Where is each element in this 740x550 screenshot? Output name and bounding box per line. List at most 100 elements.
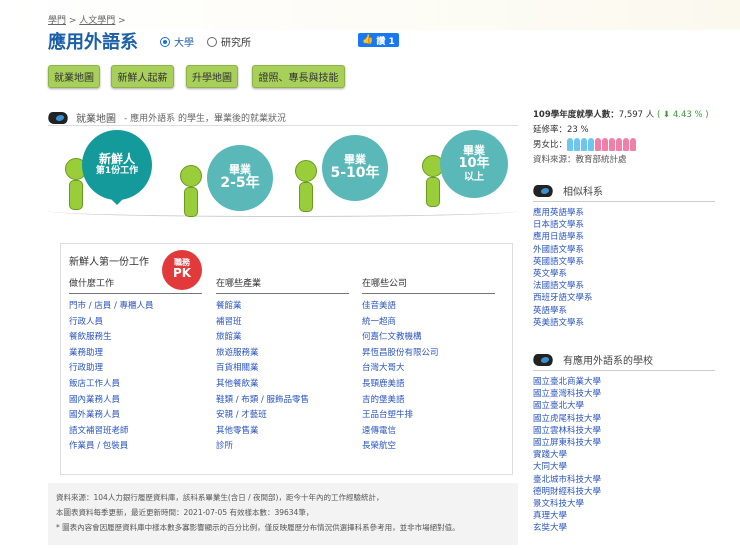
tab-starting-salary[interactable]: 新鮮人起薪 bbox=[111, 65, 174, 88]
tab-certificates[interactable]: 證照、專長與技能 bbox=[252, 65, 345, 88]
radio-dot[interactable] bbox=[160, 36, 170, 47]
school-link[interactable]: 國立臺北商業大學 bbox=[533, 376, 715, 388]
school-link[interactable]: 國立屏東科技大學 bbox=[533, 437, 715, 449]
enroll-label: 109學年度就學人數： bbox=[533, 110, 619, 120]
schools-list: 有應用外語系的學校 國立臺北商業大學 國立臺灣科技大學 國立臺北大學 國立虎尾科技大學… bbox=[531, 352, 715, 535]
retention-rate: 延修率：23 % bbox=[533, 125, 589, 135]
panel-title: 新鮮人第一份工作 bbox=[69, 257, 149, 268]
similar-department-link[interactable]: 外國語文學系 bbox=[533, 244, 715, 256]
list-item-link[interactable]: 國內業務人員 bbox=[69, 393, 202, 409]
stage-10-plus-years[interactable]: 畢業 10年 以上 bbox=[440, 130, 508, 198]
list-item-link[interactable]: 業務助理 bbox=[69, 346, 202, 362]
list-item-link[interactable]: 統一超商 bbox=[362, 315, 495, 331]
list-item-link[interactable]: 補習班 bbox=[216, 315, 349, 331]
radio-graduate[interactable]: 研究所 bbox=[207, 34, 251, 49]
school-link[interactable]: 大同大學 bbox=[533, 461, 715, 473]
radio-label: 研究所 bbox=[221, 38, 251, 49]
breadcrumb-link[interactable]: 學門 bbox=[48, 16, 66, 26]
list-item-link[interactable]: 門市 / 店員 / 專櫃人員 bbox=[69, 299, 202, 315]
list-item-link[interactable]: 旅館業 bbox=[216, 330, 349, 346]
list-item-link[interactable]: 昇恆昌股份有限公司 bbox=[362, 346, 495, 362]
list-item-link[interactable]: 飯店工作人員 bbox=[69, 377, 202, 393]
gender-ratio-icons bbox=[567, 138, 637, 151]
school-link[interactable]: 國立臺灣科技大學 bbox=[533, 388, 715, 400]
stage-label: 10年 bbox=[458, 156, 490, 172]
school-link[interactable]: 實踐大學 bbox=[533, 449, 715, 461]
footer-line: 資料來源：104人力銀行履歷資料庫，該科系畢業生(含日 / 夜間部)，距今十年內… bbox=[56, 493, 384, 502]
radio-label: 大學 bbox=[174, 38, 194, 49]
stage-label: 第1份工作 bbox=[95, 165, 139, 176]
school-link[interactable]: 臺北城市科技大學 bbox=[533, 474, 715, 486]
tab-employment-map[interactable]: 就業地圖 bbox=[48, 65, 100, 88]
stage-2-5-years[interactable]: 畢業 2-5年 bbox=[207, 145, 273, 211]
list-item-link[interactable]: 旅遊服務業 bbox=[216, 346, 349, 362]
breadcrumb-link[interactable]: 人文學門 bbox=[79, 16, 115, 26]
enroll-value: 7,597 人 bbox=[618, 110, 655, 120]
similar-department-link[interactable]: 法國語文學系 bbox=[533, 280, 715, 292]
school-link[interactable]: 景文科技大學 bbox=[533, 498, 715, 510]
similar-department-link[interactable]: 英國語文學系 bbox=[533, 256, 715, 268]
gender-label: 男女比： bbox=[533, 140, 568, 150]
breadcrumb: 學門 > 人文學門 > bbox=[48, 16, 126, 26]
similar-department-link[interactable]: 英語學系 bbox=[533, 305, 715, 317]
list-item-link[interactable]: 診所 bbox=[216, 439, 349, 455]
list-item-link[interactable]: 長榮航空 bbox=[362, 439, 495, 455]
stage-5-10-years[interactable]: 畢業 5-10年 bbox=[322, 135, 388, 201]
list-item-link[interactable]: 佳音美語 bbox=[362, 299, 495, 315]
list-item-link[interactable]: 其他零售業 bbox=[216, 424, 349, 440]
list-item-link[interactable]: 王品台塑牛排 bbox=[362, 408, 495, 424]
list-item-link[interactable]: 其他餐飲業 bbox=[216, 377, 349, 393]
logo-icon bbox=[46, 111, 70, 124]
list-item-link[interactable]: 餐飲服務生 bbox=[69, 330, 202, 346]
thumbs-up-icon: 👍 bbox=[362, 35, 374, 45]
section-header: 就業地圖 - 應用外語系 的學生，畢業後的就業狀況 bbox=[46, 110, 518, 126]
list-item-link[interactable]: 吉的堡美語 bbox=[362, 393, 495, 409]
school-link[interactable]: 國立雲林科技大學 bbox=[533, 425, 715, 437]
list-item-link[interactable]: 遠傳電信 bbox=[362, 424, 495, 440]
stage-label: 2-5年 bbox=[220, 175, 260, 192]
tab-further-study[interactable]: 升學地圖 bbox=[186, 65, 238, 88]
list-item-link[interactable]: 國外業務人員 bbox=[69, 408, 202, 424]
stage-fresh-graduate[interactable]: 新鮮人 第1份工作 bbox=[82, 130, 152, 200]
radio-dot[interactable] bbox=[207, 36, 217, 47]
school-link[interactable]: 玄奘大學 bbox=[533, 522, 715, 534]
similar-department-link[interactable]: 西班牙語文學系 bbox=[533, 292, 715, 304]
list-item-link[interactable]: 長頸鹿美語 bbox=[362, 377, 495, 393]
list-item-link[interactable]: 行政人員 bbox=[69, 315, 202, 331]
similar-department-link[interactable]: 應用英語學系 bbox=[533, 207, 715, 219]
list-item-link[interactable]: 何嘉仁文教機構 bbox=[362, 330, 495, 346]
list-item-link[interactable]: 百貨相關業 bbox=[216, 361, 349, 377]
companies-column: 在哪些公司 佳音美語 統一超商 何嘉仁文教機構 昇恆昌股份有限公司 台灣大哥大 長頸鹿美語… bbox=[362, 276, 495, 455]
list-item-link[interactable]: 餐館業 bbox=[216, 299, 349, 315]
mascot-icon bbox=[295, 160, 317, 182]
female-person-icon bbox=[602, 138, 609, 151]
female-person-icon bbox=[623, 138, 630, 151]
similar-department-link[interactable]: 英文學系 bbox=[533, 268, 715, 280]
list-item-link[interactable]: 安親 / 才藝班 bbox=[216, 408, 349, 424]
similar-title: 相似科系 bbox=[563, 187, 603, 198]
similar-department-link[interactable]: 英美語文學系 bbox=[533, 317, 715, 329]
job-pk-badge[interactable]: 職務 PK bbox=[164, 252, 200, 288]
school-link[interactable]: 德明財經科技大學 bbox=[533, 486, 715, 498]
like-button[interactable]: 👍 讚 1 bbox=[358, 33, 399, 47]
column-header: 在哪些產業 bbox=[216, 276, 349, 294]
list-item-link[interactable]: 行政助理 bbox=[69, 361, 202, 377]
list-item-link[interactable]: 台灣大哥大 bbox=[362, 361, 495, 377]
similar-department-link[interactable]: 應用日語學系 bbox=[533, 231, 715, 243]
radio-university[interactable]: 大學 bbox=[160, 34, 194, 49]
school-link[interactable]: 國立虎尾科技大學 bbox=[533, 413, 715, 425]
school-link[interactable]: 真理大學 bbox=[533, 510, 715, 522]
male-person-icon bbox=[574, 138, 581, 151]
data-source-note: 資料來源：104人力銀行履歷資料庫，該科系畢業生(含日 / 夜間部)，距今十年內… bbox=[48, 483, 518, 545]
list-item-link[interactable]: 鞋類 / 布類 / 服飾品零售 bbox=[216, 393, 349, 409]
list-item-link[interactable]: 作業員 / 包裝員 bbox=[69, 439, 202, 455]
school-link[interactable]: 國立臺北大學 bbox=[533, 400, 715, 412]
logo-icon bbox=[531, 184, 555, 197]
industries-column: 在哪些產業 餐館業 補習班 旅館業 旅遊服務業 百貨相關業 其他餐飲業 鞋類 / 布類 / … bbox=[216, 276, 349, 455]
footer-line: 本圖表資料每季更新，最近更新時間：2021-07-05 有效樣本數：39634筆… bbox=[56, 508, 314, 517]
pointer-icon bbox=[110, 198, 124, 212]
similar-department-link[interactable]: 日本語文學系 bbox=[533, 219, 715, 231]
list-item-link[interactable]: 語文補習班老師 bbox=[69, 424, 202, 440]
female-person-icon bbox=[609, 138, 616, 151]
similar-departments: 相似科系 應用英語學系 日本語文學系 應用日語學系 外國語文學系 英國語文學系 英文學系法… bbox=[531, 183, 715, 329]
